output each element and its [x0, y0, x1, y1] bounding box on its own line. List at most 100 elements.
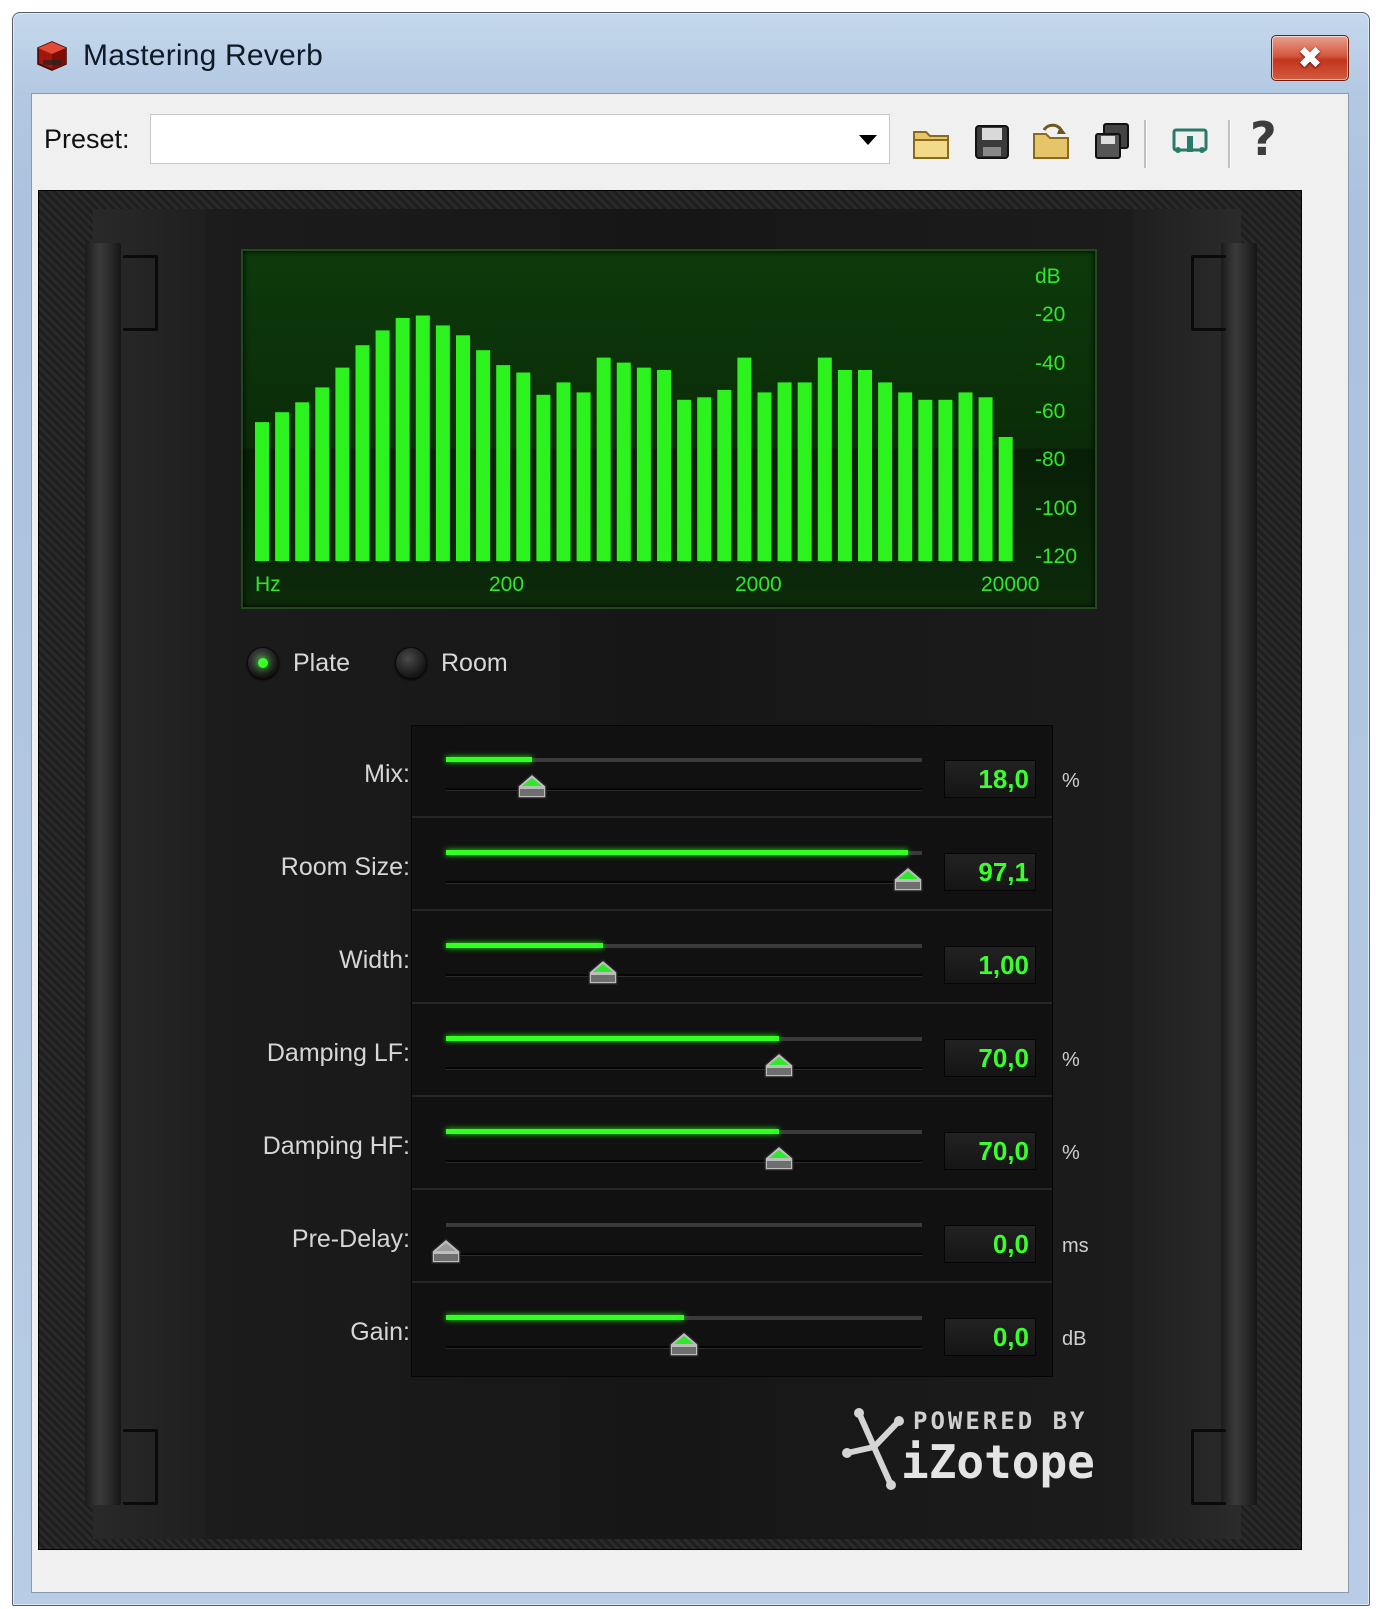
copy-icon[interactable]: [1090, 120, 1134, 164]
value-readout[interactable]: 0,0: [944, 1318, 1036, 1356]
radio-button[interactable]: [247, 647, 279, 679]
db-tick-label: -60: [1035, 400, 1066, 423]
param-label: Room Size:: [280, 853, 410, 881]
spectrum-bar: [476, 350, 491, 561]
unit-label: %: [1062, 1049, 1080, 1071]
hz-tick-label: 20000: [981, 573, 1040, 596]
mode-radio-room[interactable]: Room: [395, 647, 508, 679]
value-readout[interactable]: 70,0: [944, 1039, 1036, 1077]
spectrum-bar: [335, 367, 350, 561]
izotope-logo: POWERED BY iZotope: [839, 1401, 1139, 1501]
window-title: Mastering Reverb: [83, 39, 323, 72]
left-rack-rail: [85, 243, 121, 1505]
plugin-panel: dB -20 -40 -60 -80 -100 -120 Hz 200 2000…: [38, 190, 1302, 1550]
db-tick-label: -120: [1035, 545, 1078, 568]
rack-bracket: [123, 255, 158, 331]
spectrum-bar: [697, 397, 712, 561]
unit-label: dB: [1062, 1328, 1087, 1350]
preset-toolbar: Preset: ?: [32, 94, 1348, 184]
slider-track[interactable]: [446, 1315, 922, 1320]
param-row: Damping HF: 70,0%: [263, 1098, 1080, 1190]
value-readout[interactable]: 1,00: [944, 946, 1036, 984]
param-label: Damping HF:: [262, 1132, 410, 1160]
spectrum-bar: [797, 382, 812, 561]
slider-groove: [446, 1160, 922, 1163]
spectrum-bar: [677, 399, 692, 561]
slider-track[interactable]: [446, 1036, 922, 1041]
hz-tick-label: 2000: [735, 573, 782, 596]
slider-thumb-icon[interactable]: [763, 1051, 795, 1079]
izotope-star-icon: [842, 1408, 904, 1490]
param-label: Mix:: [364, 760, 410, 788]
param-label: Gain:: [350, 1318, 410, 1346]
db-tick-label: -40: [1035, 352, 1066, 375]
slider-thumb-icon[interactable]: [516, 772, 548, 800]
slider-fill: [446, 1129, 780, 1134]
toolbar-separator: [1144, 120, 1147, 168]
param-label: Width:: [339, 946, 410, 974]
spectrum-bar: [295, 402, 310, 561]
slider-thumb-icon[interactable]: [763, 1144, 795, 1172]
spectrum-bar: [415, 315, 430, 561]
unit-label: %: [1062, 1142, 1080, 1164]
spectrum-bar: [998, 437, 1013, 561]
hz-tick-label: 200: [489, 573, 525, 596]
mode-radio-plate[interactable]: Plate: [247, 647, 350, 679]
slider-fill: [446, 757, 532, 762]
spectrum-bar: [435, 325, 450, 561]
client-area: Preset: ? dB -20 -40 -60 -80 -100 -120 H…: [31, 93, 1349, 1593]
param-row: Gain: 0,0 dB: [350, 1284, 1086, 1376]
db-tick-label: -100: [1035, 497, 1078, 520]
routing-icon[interactable]: [1168, 120, 1212, 164]
spectrum-bar: [395, 318, 410, 561]
slider-thumb-icon[interactable]: [587, 958, 619, 986]
value-readout[interactable]: 70,0: [944, 1132, 1036, 1170]
spectrum-bar: [576, 392, 591, 561]
radio-button[interactable]: [395, 647, 427, 679]
right-rack-rail: [1221, 243, 1257, 1505]
slider-thumb-icon[interactable]: [430, 1237, 462, 1265]
slider-track[interactable]: [446, 850, 922, 855]
spectrum-bar: [556, 382, 571, 561]
save-icon[interactable]: [970, 120, 1014, 164]
open-folder-icon[interactable]: [910, 120, 954, 164]
param-row: Damping LF: 70,0%: [267, 1005, 1080, 1097]
load-icon[interactable]: [1030, 120, 1074, 164]
spectrum-bar: [978, 397, 993, 561]
preset-dropdown[interactable]: [150, 114, 890, 164]
spectrum-bar: [837, 370, 852, 561]
title-bar[interactable]: Mastering Reverb ✖: [13, 13, 1369, 93]
parameter-panel: Mix: 18,0% Room Size: 97,1 Width: 1,00 Damping…: [263, 725, 1089, 1377]
help-icon[interactable]: ?: [1250, 112, 1294, 166]
spectrum-bar: [958, 392, 973, 561]
dropdown-arrow-icon[interactable]: [859, 135, 877, 145]
slider-thumb-icon[interactable]: [892, 865, 924, 893]
spectrum-bar: [275, 412, 290, 561]
spectrum-bar: [918, 399, 933, 561]
toolbar-separator: [1228, 120, 1231, 168]
spectrum-bar: [858, 370, 872, 561]
spectrum-bar: [375, 330, 390, 561]
spectrum-bar: [717, 389, 732, 561]
unit-label: ms: [1062, 1235, 1089, 1257]
slider-track[interactable]: [446, 1223, 922, 1227]
value-readout[interactable]: 97,1: [944, 853, 1036, 891]
db-unit-label: dB: [1035, 265, 1061, 288]
spectrum-bars: [255, 315, 1013, 561]
spectrum-bar: [516, 372, 531, 561]
slider-track[interactable]: [446, 757, 922, 762]
slider-track[interactable]: [446, 943, 922, 948]
slider-thumb-icon[interactable]: [668, 1330, 700, 1358]
param-row: Mix: 18,0%: [364, 726, 1080, 818]
spectrum-bar: [616, 362, 631, 561]
rack-bracket: [123, 1429, 158, 1505]
value-readout[interactable]: 18,0: [944, 760, 1036, 798]
powered-by-text: POWERED BY: [913, 1407, 1088, 1435]
spectrum-bar: [636, 367, 651, 561]
param-label: Pre-Delay:: [291, 1225, 410, 1253]
slider-track[interactable]: [446, 1129, 922, 1134]
slider-fill: [446, 850, 909, 855]
value-readout[interactable]: 0,0: [944, 1225, 1036, 1263]
close-button[interactable]: ✖: [1271, 35, 1349, 81]
spectrum-bar: [777, 382, 792, 561]
